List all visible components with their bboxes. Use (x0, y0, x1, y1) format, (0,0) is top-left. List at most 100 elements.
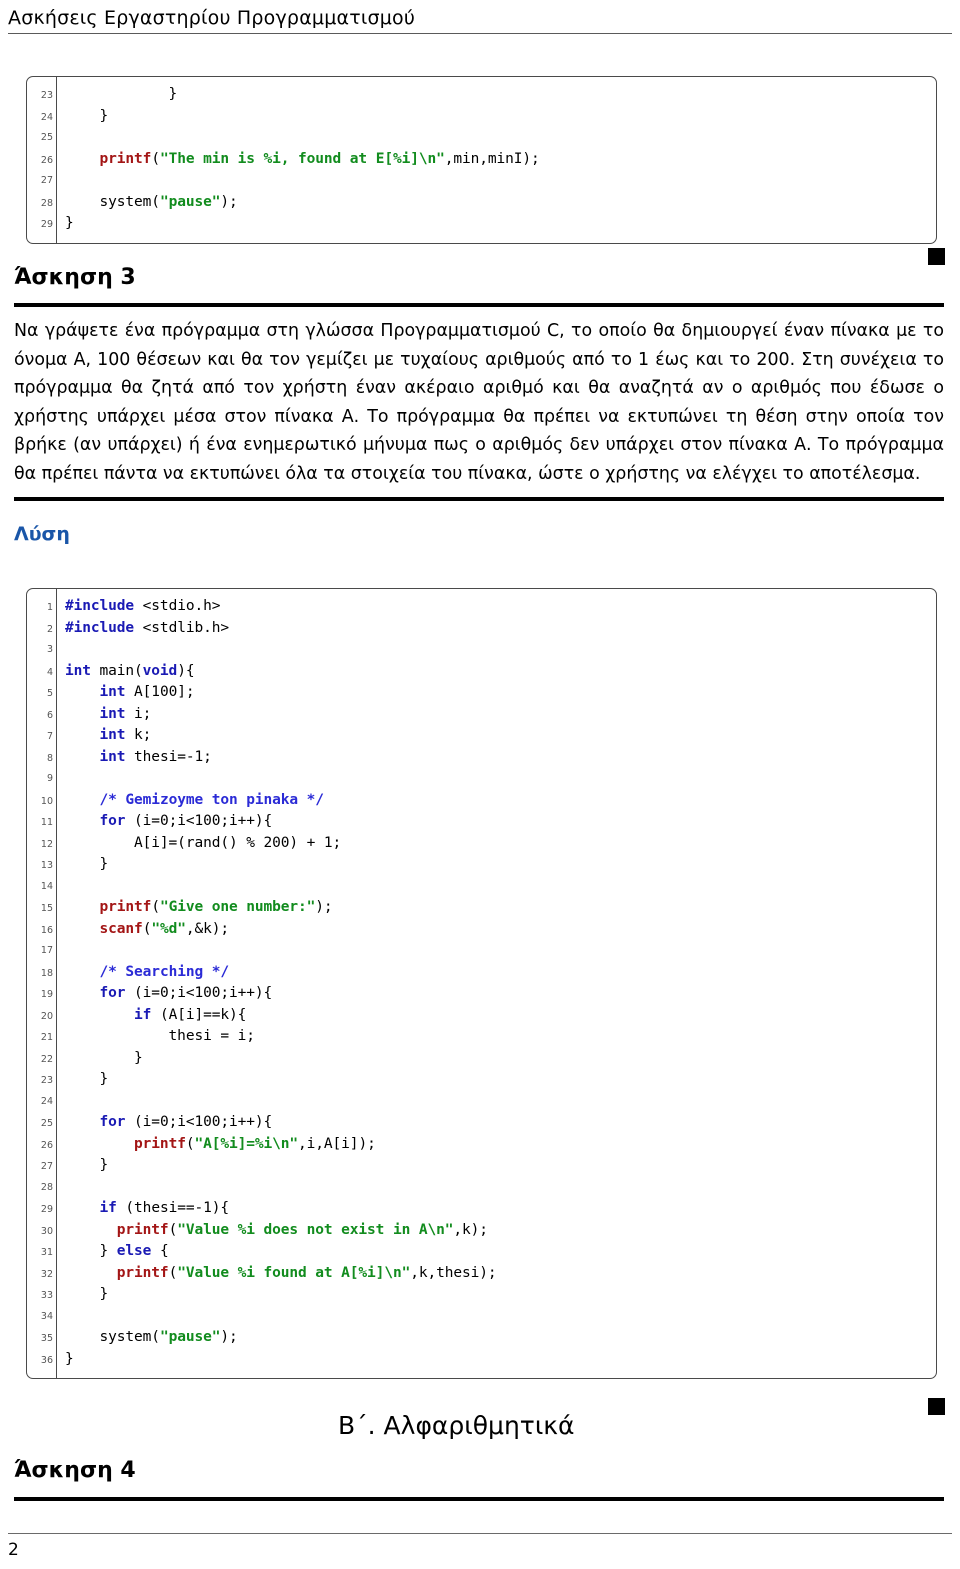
heading-exercise-3: Άσκηση 3 (14, 265, 136, 290)
code-line-number: 17 (40, 945, 53, 956)
code-token-kw: int (99, 684, 126, 700)
code-line: 23 } (27, 84, 936, 106)
code-line-number: 33 (40, 1290, 53, 1301)
code-line-text: } (56, 213, 74, 235)
code-token-str: "Value %i found at A[%i]\n" (177, 1264, 411, 1281)
code-line-text: printf("The min is %i, found at E[%i]\n"… (56, 149, 540, 171)
code-token-plain: ,min,minI); (444, 150, 540, 167)
code-line: 29 if (thesi==-1){ (27, 1198, 936, 1220)
code-token-plain: } (65, 1286, 109, 1302)
chapter-title: Β΄. Αλφαριθμητικά (338, 1411, 575, 1440)
code-line: 24 (27, 1091, 936, 1113)
code-token-cmt: /* Searching */ (99, 963, 230, 980)
code-line: 1 #include <stdio.h> (27, 596, 936, 618)
code-line: 6 int i; (27, 704, 936, 726)
code-line-text: for (i=0;i<100;i++){ (56, 811, 273, 833)
code-token-plain: ); (220, 1329, 238, 1345)
code-line: 28 (27, 1177, 936, 1199)
code-line: 27 (27, 170, 936, 192)
code-line-number: 18 (40, 967, 53, 979)
code-line: 28 system("pause"); (27, 192, 936, 214)
code-token-plain: } (65, 1350, 74, 1367)
code-token-plain: } (65, 215, 74, 231)
code-line-number: 6 (46, 709, 53, 721)
code-block-exercise3-solution: 1 #include <stdio.h> 2 #include <stdlib.h> 3… (26, 588, 937, 1379)
code-token-plain: } (65, 1071, 109, 1087)
code-line: 32 printf("Value %i found at A[%i]\n",k,… (27, 1263, 936, 1285)
code-line: 10 /* Gemizoyme ton pinaka */ (27, 790, 936, 812)
code-line-number: 13 (40, 860, 53, 871)
code-line-number: 15 (40, 903, 53, 914)
code-line: 5 int A[100]; (27, 682, 936, 704)
code-line-number: 24 (40, 111, 53, 123)
code-line: 27 } (27, 1155, 936, 1177)
code-line-number: 26 (40, 1139, 53, 1151)
code-token-plain: A[100]; (125, 684, 195, 700)
code-line: 33 } (27, 1284, 936, 1306)
code-token-plain: ( (151, 899, 160, 915)
code-line-number: 28 (40, 1181, 53, 1193)
code-line-text: thesi = i; (56, 1026, 255, 1048)
code-token-plain: } (65, 107, 109, 124)
code-line-number: 25 (40, 132, 53, 143)
code-line-text: } (56, 1069, 109, 1091)
code-token-plain: i; (125, 705, 152, 722)
code-line: 7 int k; (27, 725, 936, 747)
code-line-number: 27 (40, 1161, 53, 1172)
code-lines-container-main: 1 #include <stdio.h> 2 #include <stdlib.h> 3… (27, 589, 936, 1378)
code-line-text: } else { (56, 1241, 169, 1263)
code-line: 25 (27, 127, 936, 149)
code-line-number: 4 (46, 666, 53, 678)
page-header-title: Ασκήσεις Εργαστηρίου Προγραμματισμού (8, 7, 416, 29)
code-token-plain: ); (315, 899, 333, 915)
code-line: 22 } (27, 1048, 936, 1070)
section-marker-square-chapter (928, 1398, 945, 1415)
code-token-plain: (thesi==-1){ (116, 1200, 229, 1216)
code-line: 26 printf("The min is %i, found at E[%i]… (27, 149, 936, 171)
code-line-text: for (i=0;i<100;i++){ (56, 983, 273, 1005)
code-token-plain: (i=0;i<100;i++){ (125, 1114, 273, 1130)
code-line-number: 20 (40, 1010, 53, 1022)
code-token-plain: <stdio.h> (134, 598, 221, 614)
code-token-str: "A[%i]=%i\n" (194, 1135, 299, 1152)
code-line: 15 printf("Give one number:"); (27, 897, 936, 919)
code-token-plain: { (151, 1243, 169, 1259)
code-line-number: 31 (40, 1247, 53, 1258)
code-token-plain: ,i,A[i]); (298, 1135, 376, 1152)
code-token-plain: (i=0;i<100;i++){ (125, 813, 273, 829)
code-token-plain: ( (151, 150, 160, 167)
code-line-text: printf("Value %i does not exist in A\n",… (56, 1220, 488, 1242)
code-line: 12 A[i]=(rand() % 200) + 1; (27, 833, 936, 855)
code-token-pp: #include (65, 598, 135, 614)
code-token-plain: } (65, 1157, 109, 1173)
section-marker-square-exercise3 (928, 248, 945, 265)
code-block-exercise2-continuation: 23 } 24 } 25 26 printf("The min is %i, foun… (26, 76, 937, 244)
code-token-plain: } (65, 1243, 117, 1259)
code-line-number: 29 (40, 219, 53, 230)
page-number: 2 (8, 1540, 19, 1560)
code-line-number: 22 (40, 1053, 53, 1065)
code-line-number: 14 (40, 880, 53, 892)
code-line-number: 2 (46, 623, 53, 635)
code-line-text: if (A[i]==k){ (56, 1005, 246, 1027)
code-token-plain: ,k,thesi); (410, 1264, 497, 1281)
code-token-kw: for (99, 813, 126, 829)
code-line-number: 34 (40, 1310, 53, 1322)
code-line-text: int i; (56, 704, 152, 726)
code-line: 35 system("pause"); (27, 1327, 936, 1349)
code-line-number: 25 (40, 1118, 53, 1129)
code-lines-container: 23 } 24 } 25 26 printf("The min is %i, foun… (27, 77, 936, 243)
code-line-text: } (56, 1155, 109, 1177)
code-line-text: printf("Value %i found at A[%i]\n",k,the… (56, 1263, 497, 1285)
code-line-text: #include <stdio.h> (56, 596, 220, 618)
page-header: Ασκήσεις Εργαστηρίου Προγραμματισμού (0, 0, 960, 42)
code-line-number: 26 (40, 154, 53, 166)
heading-rule-exercise4 (14, 1497, 944, 1501)
